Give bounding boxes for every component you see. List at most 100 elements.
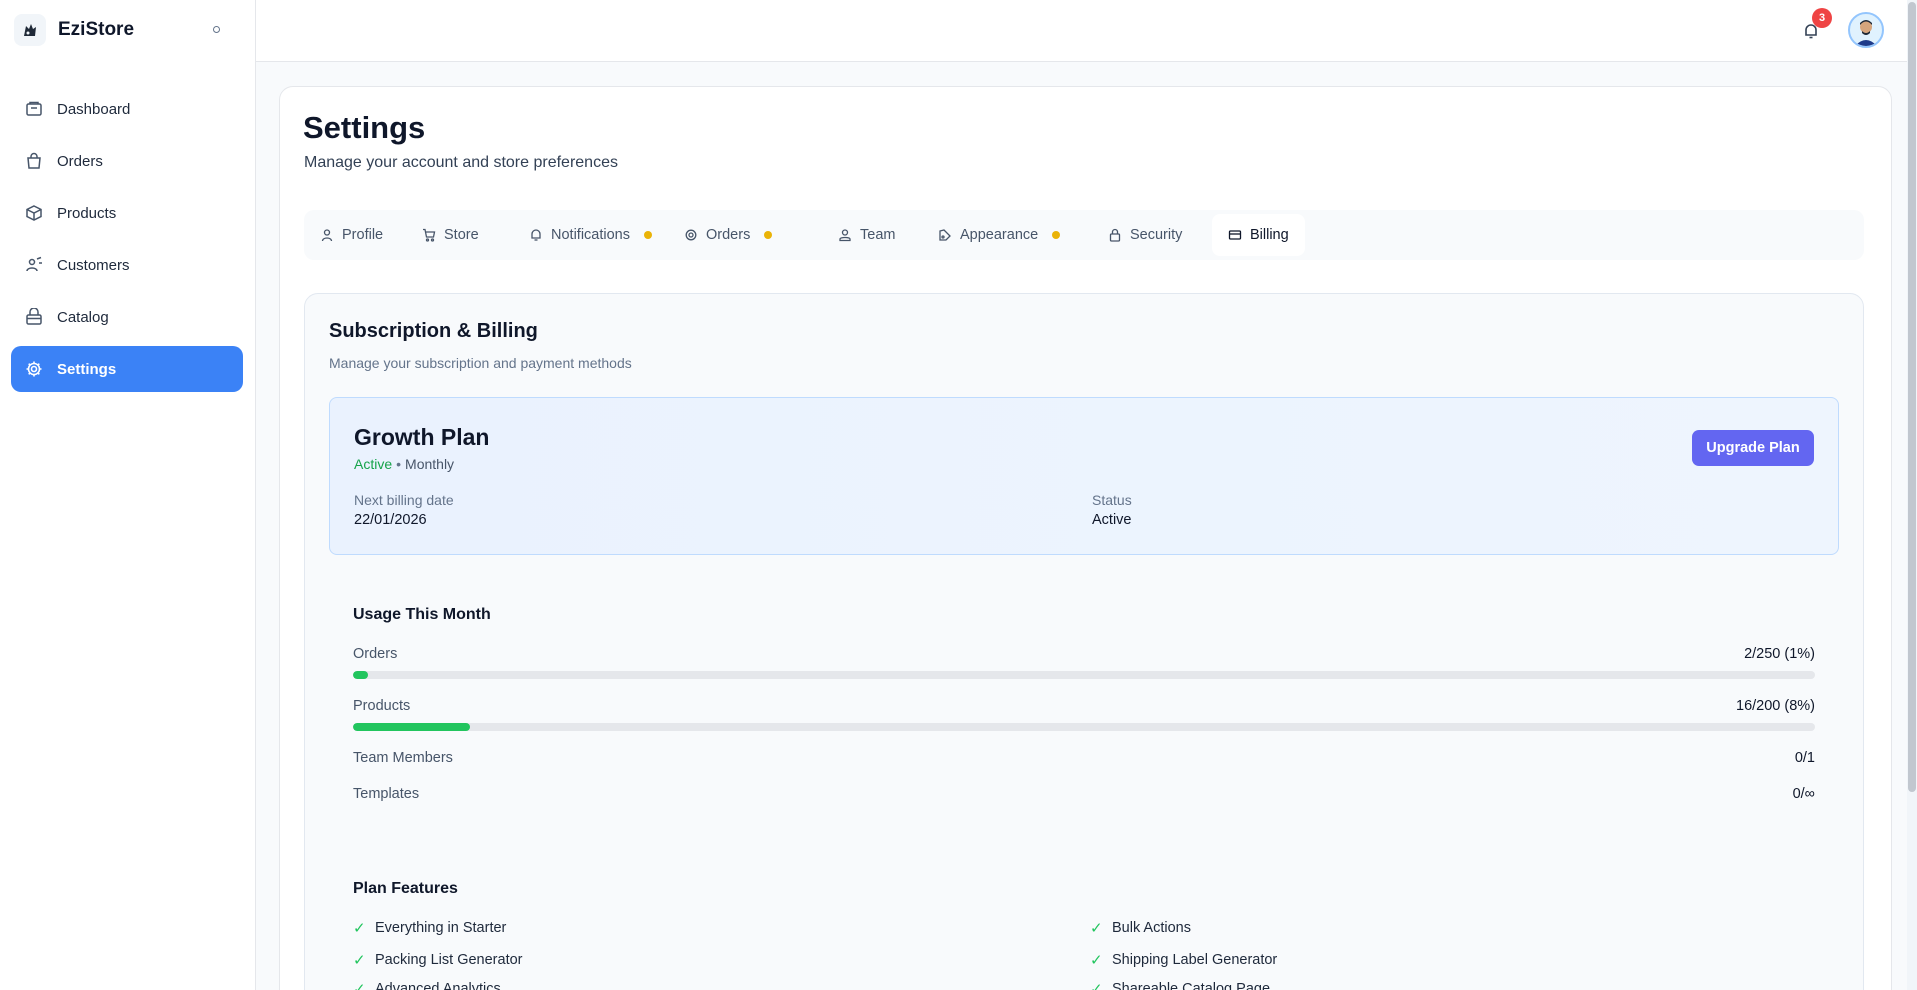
tab-unsaved-dot: [764, 231, 773, 239]
top-bar: [256, 0, 1917, 62]
usage-value: 2/250 (1%): [1744, 646, 1815, 662]
usage-progress-bar: [353, 723, 1815, 731]
sidebar-item-label: Dashboard: [57, 100, 131, 118]
notification-count-badge: 3: [1812, 8, 1832, 28]
tab-store[interactable]: Store: [406, 214, 495, 256]
settings-tabs: Profile Store Notifications Orders Team …: [304, 210, 1864, 260]
sidebar-item-label: Products: [57, 204, 117, 222]
feature-label: Shipping Label Generator: [1112, 952, 1278, 968]
usage-title: Usage This Month: [353, 606, 491, 623]
plan-feature-item: ✓ Bulk Actions: [1090, 919, 1191, 937]
brand-name: EziStore: [58, 19, 135, 40]
check-icon: ✓: [1090, 981, 1103, 990]
usage-progress-fill: [353, 723, 470, 731]
gear-icon: [685, 229, 697, 241]
usage-value: 16/200 (8%): [1736, 698, 1815, 714]
usage-label: Products: [353, 698, 411, 714]
scrollbar-thumb[interactable]: [1908, 2, 1916, 792]
plan-billing-cycle: Monthly: [405, 456, 455, 472]
tab-profile[interactable]: Profile: [304, 214, 399, 256]
next-billing-label: Next billing date: [354, 492, 454, 508]
tab-unsaved-dot: [1052, 231, 1061, 239]
sidebar-item-dashboard[interactable]: Dashboard: [11, 86, 243, 132]
catalog-icon: [26, 308, 42, 325]
sidebar-item-label: Settings: [57, 360, 117, 378]
page-scrollbar[interactable]: [1907, 0, 1917, 990]
credit-card-icon: [1228, 230, 1242, 240]
lock-icon: [1109, 228, 1121, 242]
usage-value: 0/1: [1794, 750, 1815, 766]
plan-active-status: Active: [354, 456, 393, 472]
check-icon: ✓: [353, 920, 366, 937]
tab-notifications[interactable]: Notifications: [513, 214, 668, 256]
plan-feature-item: ✓ Everything in Starter: [353, 919, 506, 937]
sidebar: EziStore Dashboard Orders Products Custo…: [0, 0, 256, 990]
brand-logo-icon: [14, 14, 46, 46]
tab-appearance[interactable]: Appearance: [922, 214, 1076, 256]
tab-label: Security: [1130, 227, 1183, 243]
bag-icon: [27, 152, 41, 169]
brand[interactable]: EziStore: [14, 14, 134, 46]
sidebar-item-products[interactable]: Products: [11, 190, 243, 236]
palette-icon: [939, 229, 951, 241]
tab-billing[interactable]: Billing: [1212, 214, 1305, 256]
usage-label: Orders: [353, 646, 398, 662]
billing-title: Subscription & Billing: [329, 320, 538, 342]
page-subtitle: Manage your account and store preference…: [304, 154, 618, 171]
sidebar-item-catalog[interactable]: Catalog: [11, 294, 243, 340]
plan-features-title: Plan Features: [353, 880, 458, 897]
sidebar-item-orders[interactable]: Orders: [11, 138, 243, 184]
sidebar-item-label: Orders: [57, 152, 103, 170]
tab-label: Team: [860, 227, 896, 243]
bell-icon: [531, 229, 541, 241]
plan-status-separator: •: [396, 456, 402, 472]
tab-label: Store: [444, 227, 479, 243]
status-value: Active: [1092, 512, 1132, 528]
check-icon: ✓: [353, 981, 366, 990]
tab-label: Appearance: [960, 227, 1039, 243]
cart-icon: [423, 228, 436, 242]
plan-feature-item: ✓ Shareable Catalog Page: [1090, 980, 1270, 990]
feature-label: Packing List Generator: [375, 952, 523, 968]
check-icon: ✓: [353, 952, 366, 969]
check-icon: ✓: [1090, 952, 1103, 969]
sidebar-item-customers[interactable]: Customers: [11, 242, 243, 288]
team-icon: [839, 229, 851, 242]
tab-team[interactable]: Team: [822, 214, 911, 256]
sidebar-nav: Dashboard Orders Products Customers Cata…: [11, 86, 243, 398]
tab-label: Orders: [706, 227, 751, 243]
customers-icon: [26, 256, 42, 272]
tab-label: Profile: [342, 227, 384, 243]
plan-name: Growth Plan: [354, 424, 490, 450]
usage-label: Team Members: [353, 750, 453, 766]
plan-feature-item: ✓ Packing List Generator: [353, 951, 523, 969]
next-billing-value: 22/01/2026: [354, 512, 427, 528]
tab-security[interactable]: Security: [1092, 214, 1198, 256]
billing-subtitle: Manage your subscription and payment met…: [329, 355, 632, 371]
tab-orders[interactable]: Orders: [668, 214, 788, 256]
sidebar-item-settings[interactable]: Settings: [11, 346, 243, 392]
current-plan-card: [329, 397, 1839, 555]
tab-label: Billing: [1250, 227, 1289, 243]
sidebar-collapse-icon[interactable]: [213, 26, 220, 33]
usage-label: Templates: [353, 786, 420, 802]
feature-label: Advanced Analytics: [375, 981, 501, 990]
check-icon: ✓: [1090, 920, 1103, 937]
feature-label: Everything in Starter: [375, 920, 507, 936]
dashboard-icon: [26, 101, 42, 116]
usage-value: 0/∞: [1792, 786, 1815, 802]
usage-progress-bar: [353, 671, 1815, 679]
upgrade-plan-button[interactable]: Upgrade Plan: [1692, 430, 1814, 466]
plan-feature-item: ✓ Advanced Analytics: [353, 980, 501, 990]
user-icon: [321, 229, 333, 242]
feature-label: Bulk Actions: [1112, 920, 1191, 936]
plan-feature-item: ✓ Shipping Label Generator: [1090, 951, 1277, 969]
feature-label: Shareable Catalog Page: [1112, 981, 1271, 990]
sidebar-item-label: Customers: [57, 256, 130, 274]
plan-status-line: Active • Monthly: [354, 456, 454, 472]
box-icon: [26, 205, 42, 221]
user-avatar[interactable]: [1848, 12, 1884, 48]
sidebar-item-label: Catalog: [57, 308, 109, 326]
status-label: Status: [1092, 492, 1132, 508]
tab-label: Notifications: [551, 227, 630, 243]
